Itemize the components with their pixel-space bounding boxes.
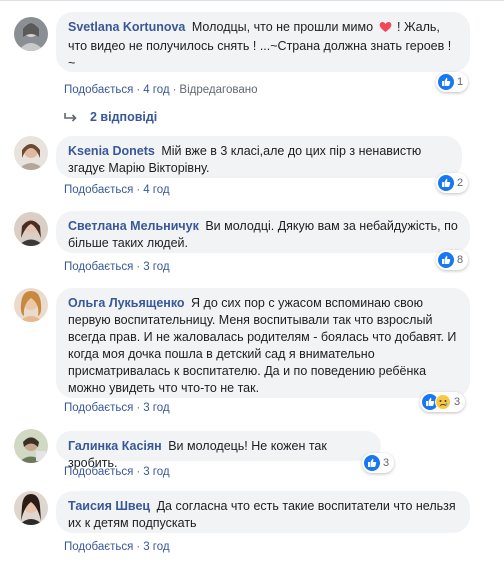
reaction-count: 8 [457, 254, 464, 266]
like-icon [438, 74, 454, 90]
comment-actions: Подобається · 4 год · Відредаговано [64, 84, 258, 96]
reaction-summary[interactable]: 8 [436, 250, 469, 270]
avatar[interactable] [14, 17, 48, 51]
avatar[interactable] [14, 212, 48, 246]
like-link[interactable]: Подобається [64, 84, 133, 96]
like-icon [364, 455, 380, 471]
comment-actions: Подобається · 4 год [64, 184, 170, 196]
like-link[interactable]: Подобається [64, 466, 133, 478]
reaction-count: 3 [383, 457, 390, 469]
avatar[interactable] [14, 491, 48, 525]
reaction-summary[interactable]: 1 [436, 72, 469, 92]
reaction-summary[interactable]: 2 [436, 173, 469, 193]
reply-arrow-icon [64, 113, 77, 122]
timestamp[interactable]: 3 год [143, 466, 169, 478]
like-link[interactable]: Подобається [64, 541, 133, 553]
comment-author[interactable]: Svetlana Kortunova [68, 20, 185, 34]
reaction-summary[interactable]: 3 [420, 392, 466, 412]
timestamp[interactable]: 3 год [143, 261, 169, 273]
comment-bubble: Svetlana Kortunova Молодцы, что не прошл… [56, 12, 470, 72]
view-replies-link[interactable]: 2 відповіді [64, 110, 157, 124]
comment-actions: Подобається · 3 год [64, 541, 170, 553]
comment-actions: Подобається · 3 год [64, 261, 170, 273]
reaction-count: 2 [457, 177, 464, 189]
comment-bubble: Галинка Касіян Ви молодець! Не кожен так… [56, 431, 381, 470]
top-divider [0, 0, 504, 1]
comment-author[interactable]: Ольга Лукьященко [68, 296, 185, 310]
like-link[interactable]: Подобається [64, 402, 133, 414]
comment-bubble: Таисия Швец Да согласна что есть такие в… [56, 491, 470, 533]
like-link[interactable]: Подобається [64, 261, 133, 273]
like-icon [438, 252, 454, 268]
red-heart-icon [379, 21, 392, 38]
like-icon [438, 175, 454, 191]
edited-label[interactable]: Відредаговано [179, 84, 257, 96]
comment-author[interactable]: Ksenia Donets [68, 144, 155, 158]
comment-author[interactable]: Светлана Мельничук [68, 219, 199, 233]
reaction-count: 3 [454, 396, 461, 408]
sad-face-icon [435, 394, 451, 410]
comment-text: Я до сих пор с ужасом вспоминаю свою пер… [68, 296, 457, 395]
like-link[interactable]: Подобається [64, 184, 133, 196]
replies-count: 2 відповіді [90, 110, 158, 124]
comment-author[interactable]: Таисия Швец [68, 499, 150, 513]
comment-bubble: Ольга Лукьященко Я до сих пор с ужасом в… [56, 288, 470, 398]
reaction-summary[interactable]: 3 [362, 453, 395, 473]
reaction-count: 1 [457, 76, 464, 88]
timestamp[interactable]: 4 год [143, 184, 169, 196]
avatar[interactable] [14, 288, 48, 322]
timestamp[interactable]: 4 год [143, 84, 169, 96]
avatar[interactable] [14, 136, 48, 170]
comment-author[interactable]: Галинка Касіян [68, 439, 162, 453]
comment-bubble: Ksenia Donets Мій вже в 3 класі,але до ц… [56, 136, 462, 178]
comment-actions: Подобається · 3 год [64, 402, 170, 414]
comment-text: Молодцы, что не прошли мимо [191, 20, 374, 34]
comment-actions: Подобається · 3 год [64, 466, 170, 478]
comment-bubble: Светлана Мельничук Ви молодці. Дякую вам… [56, 211, 470, 253]
timestamp[interactable]: 3 год [143, 541, 169, 553]
avatar[interactable] [14, 429, 48, 463]
timestamp[interactable]: 3 год [143, 402, 169, 414]
